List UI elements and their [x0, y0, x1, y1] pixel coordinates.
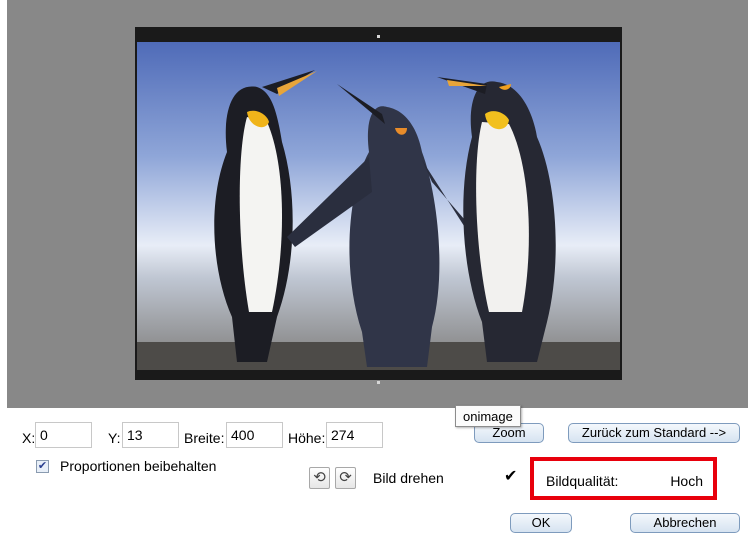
x-input[interactable]	[35, 422, 92, 448]
quality-label: Bildqualität:	[546, 473, 619, 489]
y-input[interactable]	[122, 422, 179, 448]
quality-highlight[interactable]: Bildqualität: Hoch	[530, 457, 717, 500]
crop-frame[interactable]	[135, 27, 622, 380]
y-label: Y:	[108, 430, 121, 446]
penguin-photo	[137, 42, 620, 370]
proportions-label: Proportionen beibehalten	[60, 458, 217, 474]
image-preview-area	[7, 0, 748, 408]
tooltip: onimage	[455, 405, 521, 427]
height-label: Höhe:	[288, 430, 326, 446]
height-input[interactable]	[326, 422, 383, 448]
quality-value: Hoch	[670, 473, 703, 489]
reset-default-button[interactable]: Zurück zum Standard -->	[568, 423, 740, 443]
checkmark-icon: ✔	[504, 468, 518, 485]
rotate-left-icon[interactable]: ⟲	[309, 467, 330, 489]
proportions-checkbox[interactable]: ✔	[36, 460, 49, 473]
crop-handle-bottom[interactable]	[377, 381, 380, 384]
x-label: X:	[22, 430, 36, 446]
width-input[interactable]	[226, 422, 283, 448]
width-label: Breite:	[184, 430, 225, 446]
crop-handle-top[interactable]	[377, 35, 380, 38]
ok-button[interactable]: OK	[510, 513, 572, 533]
rotate-right-icon[interactable]: ⟳	[335, 467, 356, 489]
rotate-label: Bild drehen	[373, 470, 444, 486]
cancel-button[interactable]: Abbrechen	[630, 513, 740, 533]
